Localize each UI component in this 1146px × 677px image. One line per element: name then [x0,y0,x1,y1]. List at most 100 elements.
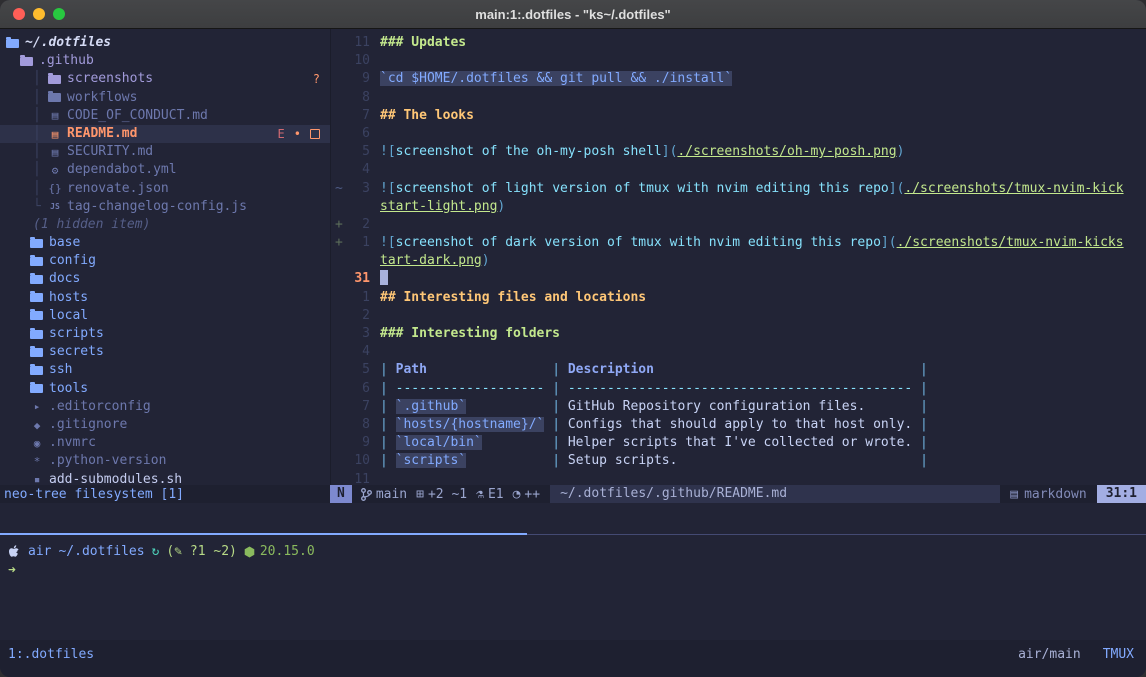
editor-line[interactable]: 1## Interesting files and locations [331,289,1146,307]
tree-item-label: .python-version [49,452,166,470]
line-number: 6 [348,380,370,398]
editor-line[interactable]: 8 [331,89,1146,107]
editor-line[interactable]: 10| `scripts` | Setup scripts. | [331,452,1146,470]
tree-item-secrets[interactable]: secrets [0,343,330,361]
gutter-sign [331,343,348,361]
cursor-position: 31:1 [1097,485,1146,503]
editor-line[interactable]: tart-dark.png) [331,252,1146,270]
line-number: 11 [348,471,370,486]
status-badge: • [294,127,301,141]
tree-item-label: CODE_OF_CONDUCT.md [67,107,208,125]
shell-pane[interactable]: air ~/.dotfiles ↻ (✎ ?1 ~2) 20.15.0 ➜ [0,535,1146,640]
close-button[interactable] [13,8,25,20]
tree-item-ssh[interactable]: ssh [0,361,330,379]
folder-icon [30,311,43,320]
indent-guide: │ [33,143,41,161]
tmux-window-label[interactable]: 1:.dotfiles [8,647,94,662]
line-number: 7 [348,107,370,125]
editor-line[interactable]: 31 [331,270,1146,288]
git-branch-segment: main [361,487,407,502]
gutter-sign [331,325,348,343]
tree-item-tools[interactable]: tools [0,380,330,398]
markdown-icon: ▤ [48,129,62,140]
editor-line[interactable]: 6| ------------------- | ---------------… [331,380,1146,398]
tree-item-readme-md[interactable]: │▤README.mdE• [0,125,330,143]
editor-line[interactable]: +1![screenshot of dark version of tmux w… [331,234,1146,252]
indent-guide: │ [33,180,41,198]
tree-item-label: secrets [49,343,104,361]
tree-item-label: dependabot.yml [67,161,177,179]
editor-line[interactable]: ~3![screenshot of light version of tmux … [331,180,1146,198]
editor-line[interactable]: 2 [331,307,1146,325]
editor-line[interactable]: 8| `hosts/{hostname}/` | Configs that sh… [331,416,1146,434]
tree-item--python-version[interactable]: *.python-version [0,452,330,470]
neotree-source-label: neo-tree filesystem [1] [0,487,330,502]
indent-guide: └ [33,198,41,216]
editor-line[interactable]: 10 [331,52,1146,70]
tree-item--github[interactable]: .github [0,52,330,70]
tree-item-config[interactable]: config [0,252,330,270]
diamond-icon: ◆ [30,420,44,431]
tree-item-scripts[interactable]: scripts [0,325,330,343]
line-number [348,252,370,270]
editor-line[interactable]: 11 [331,471,1146,486]
editor-buffer[interactable]: 11### Updates109`cd $HOME/.dotfiles && g… [330,29,1146,485]
tree-item-screenshots[interactable]: │screenshots? [0,70,330,88]
tree-item-renovate-json[interactable]: │{}renovate.json [0,180,330,198]
tree-item-hosts[interactable]: hosts [0,289,330,307]
tree-item--editorconfig[interactable]: ▸.editorconfig [0,398,330,416]
editor-line[interactable]: +2 [331,216,1146,234]
line-text: | `local/bin` | Helper scripts that I've… [380,434,928,452]
line-text: start-light.png) [380,198,505,216]
node-segment: 20.15.0 [244,544,315,559]
editor-line[interactable]: 5| Path | Description | [331,361,1146,379]
filetype-segment: ▤ markdown [1010,487,1086,502]
markdown-icon: ▤ [48,147,62,158]
editor-line[interactable]: 4 [331,343,1146,361]
tree-item--nvmrc[interactable]: ◉.nvmrc [0,434,330,452]
editor-line[interactable]: 7| `.github` | GitHub Repository configu… [331,398,1146,416]
editor-line[interactable]: 5![screenshot of the oh-my-posh shell](.… [331,143,1146,161]
line-text [380,270,388,288]
tree-item-code-of-conduct-md[interactable]: │▤CODE_OF_CONDUCT.md [0,107,330,125]
line-number: 31 [348,270,370,288]
tree-item--gitignore[interactable]: ◆.gitignore [0,416,330,434]
editor-line[interactable]: 6 [331,125,1146,143]
indent-guide: │ [33,70,41,88]
tree-item-docs[interactable]: docs [0,270,330,288]
tree-item-label: ssh [49,361,72,379]
editor-line[interactable]: start-light.png) [331,198,1146,216]
tree-item-add-submodules-sh[interactable]: ▪add-submodules.sh [0,471,330,489]
gutter-sign [331,252,348,270]
line-number: 8 [348,89,370,107]
editor-line[interactable]: 9`cd $HOME/.dotfiles && git pull && ./in… [331,70,1146,88]
line-text: ![screenshot of dark version of tmux wit… [380,234,1124,252]
gutter-sign: + [331,216,348,234]
editor-line[interactable]: 4 [331,161,1146,179]
tree-item-base[interactable]: base [0,234,330,252]
tree-item--dotfiles[interactable]: ~/.dotfiles [0,34,330,52]
tree-item-tag-changelog-config-js[interactable]: └JStag-changelog-config.js [0,198,330,216]
tree-item-local[interactable]: local [0,307,330,325]
line-text: | `hosts/{hostname}/` | Configs that sho… [380,416,928,434]
git-status-badges: ? [313,72,330,86]
minimize-button[interactable] [33,8,45,20]
tree-item-dependabot-yml[interactable]: │⚙dependabot.yml [0,161,330,179]
tree-item-label: scripts [49,325,104,343]
editor-line[interactable]: 9| `local/bin` | Helper scripts that I'v… [331,434,1146,452]
folder-icon [30,366,43,375]
tree-item--1-hidden-item-[interactable]: (1 hidden item) [0,216,330,234]
tree-item-label: .editorconfig [49,398,151,416]
tree-item-label: ~/.dotfiles [25,34,111,52]
zoom-button[interactable] [53,8,65,20]
gutter-sign [331,143,348,161]
tree-item-workflows[interactable]: │workflows [0,89,330,107]
tmux-mode-badge: TMUX [1103,647,1134,662]
editor-line[interactable]: 11### Updates [331,34,1146,52]
editor-line[interactable]: 3### Interesting folders [331,325,1146,343]
editor-line[interactable]: 7## The looks [331,107,1146,125]
gutter-sign [331,198,348,216]
line-text: tart-dark.png) [380,252,490,270]
tree-item-security-md[interactable]: │▤SECURITY.md [0,143,330,161]
indent-guide: │ [33,89,41,107]
